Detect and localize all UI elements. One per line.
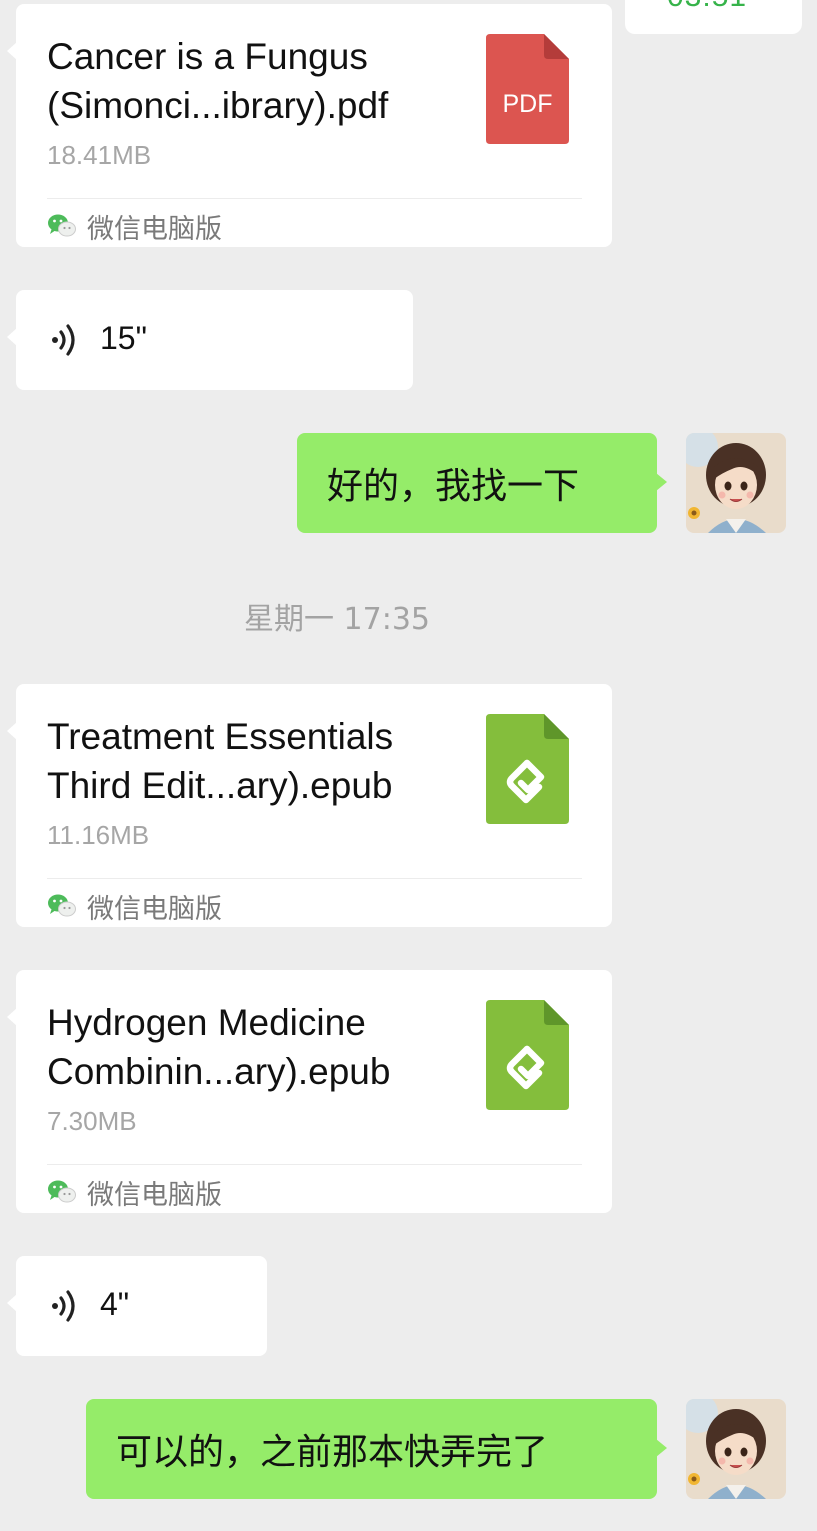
file-title-line2: Combinin...ary).epub	[47, 1051, 391, 1092]
divider	[47, 878, 582, 879]
file-message-card[interactable]: Treatment Essentials Third Edit...ary).e…	[7, 684, 612, 927]
outgoing-text-bubble[interactable]: 好的，我找一下	[297, 433, 667, 533]
file-source: 微信电脑版	[47, 207, 222, 245]
file-title: Treatment Essentials Third Edit...ary).e…	[47, 712, 457, 810]
file-size: 7.30MB	[47, 1106, 137, 1136]
message-text: 好的，我找一下	[327, 466, 580, 507]
partial-message-bubble[interactable]: 03:51	[625, 0, 802, 34]
chat-view: 03:51 Cancer is a Fungus (Simonci...ibra…	[0, 0, 817, 1531]
file-title-line2: Third Edit...ary).epub	[47, 765, 393, 806]
message-text: 可以的，之前那本快弄完了	[116, 1432, 549, 1473]
avatar-image	[686, 433, 786, 533]
message-timestamp: 星期一 17:35	[244, 602, 430, 637]
wechat-logo-icon	[48, 894, 76, 917]
partial-message-text: 03:51	[667, 0, 747, 14]
file-source-label: 微信电脑版	[87, 1179, 222, 1210]
file-size: 18.41MB	[47, 140, 152, 170]
file-source: 微信电脑版	[47, 1173, 222, 1211]
file-title-line1: Treatment Essentials	[47, 716, 394, 757]
file-message-card[interactable]: Hydrogen Medicine Combinin...ary).epub 7…	[7, 970, 612, 1213]
voice-duration: 15"	[100, 320, 147, 356]
file-title-line2: (Simonci...ibrary).pdf	[47, 85, 389, 126]
pdf-icon-label: PDF	[503, 90, 553, 118]
divider	[47, 1164, 582, 1165]
divider	[47, 198, 582, 199]
voice-message[interactable]: 4"	[7, 1256, 267, 1356]
file-source: 微信电脑版	[47, 887, 222, 925]
file-source-label: 微信电脑版	[87, 893, 222, 924]
wechat-logo-icon	[48, 1180, 76, 1203]
file-title: Cancer is a Fungus (Simonci...ibrary).pd…	[47, 32, 457, 130]
outgoing-text-bubble[interactable]: 可以的，之前那本快弄完了	[86, 1399, 667, 1499]
file-message-card[interactable]: Cancer is a Fungus (Simonci...ibrary).pd…	[7, 4, 612, 247]
epub-file-icon	[486, 1000, 569, 1110]
file-title: Hydrogen Medicine Combinin...ary).epub	[47, 998, 457, 1096]
file-source-label: 微信电脑版	[87, 213, 222, 244]
file-title-line1: Cancer is a Fungus	[47, 36, 368, 77]
avatar[interactable]	[686, 1399, 786, 1499]
voice-message[interactable]: 15"	[7, 290, 413, 390]
voice-duration: 4"	[100, 1286, 130, 1322]
voice-wave-icon	[52, 1290, 75, 1322]
voice-wave-icon	[52, 324, 75, 356]
file-title-line1: Hydrogen Medicine	[47, 1002, 366, 1043]
avatar-image	[686, 1399, 786, 1499]
pdf-file-icon: PDF	[486, 34, 569, 144]
wechat-logo-icon	[48, 214, 76, 237]
epub-file-icon	[486, 714, 569, 824]
avatar[interactable]	[686, 433, 786, 533]
file-size: 11.16MB	[47, 820, 150, 850]
